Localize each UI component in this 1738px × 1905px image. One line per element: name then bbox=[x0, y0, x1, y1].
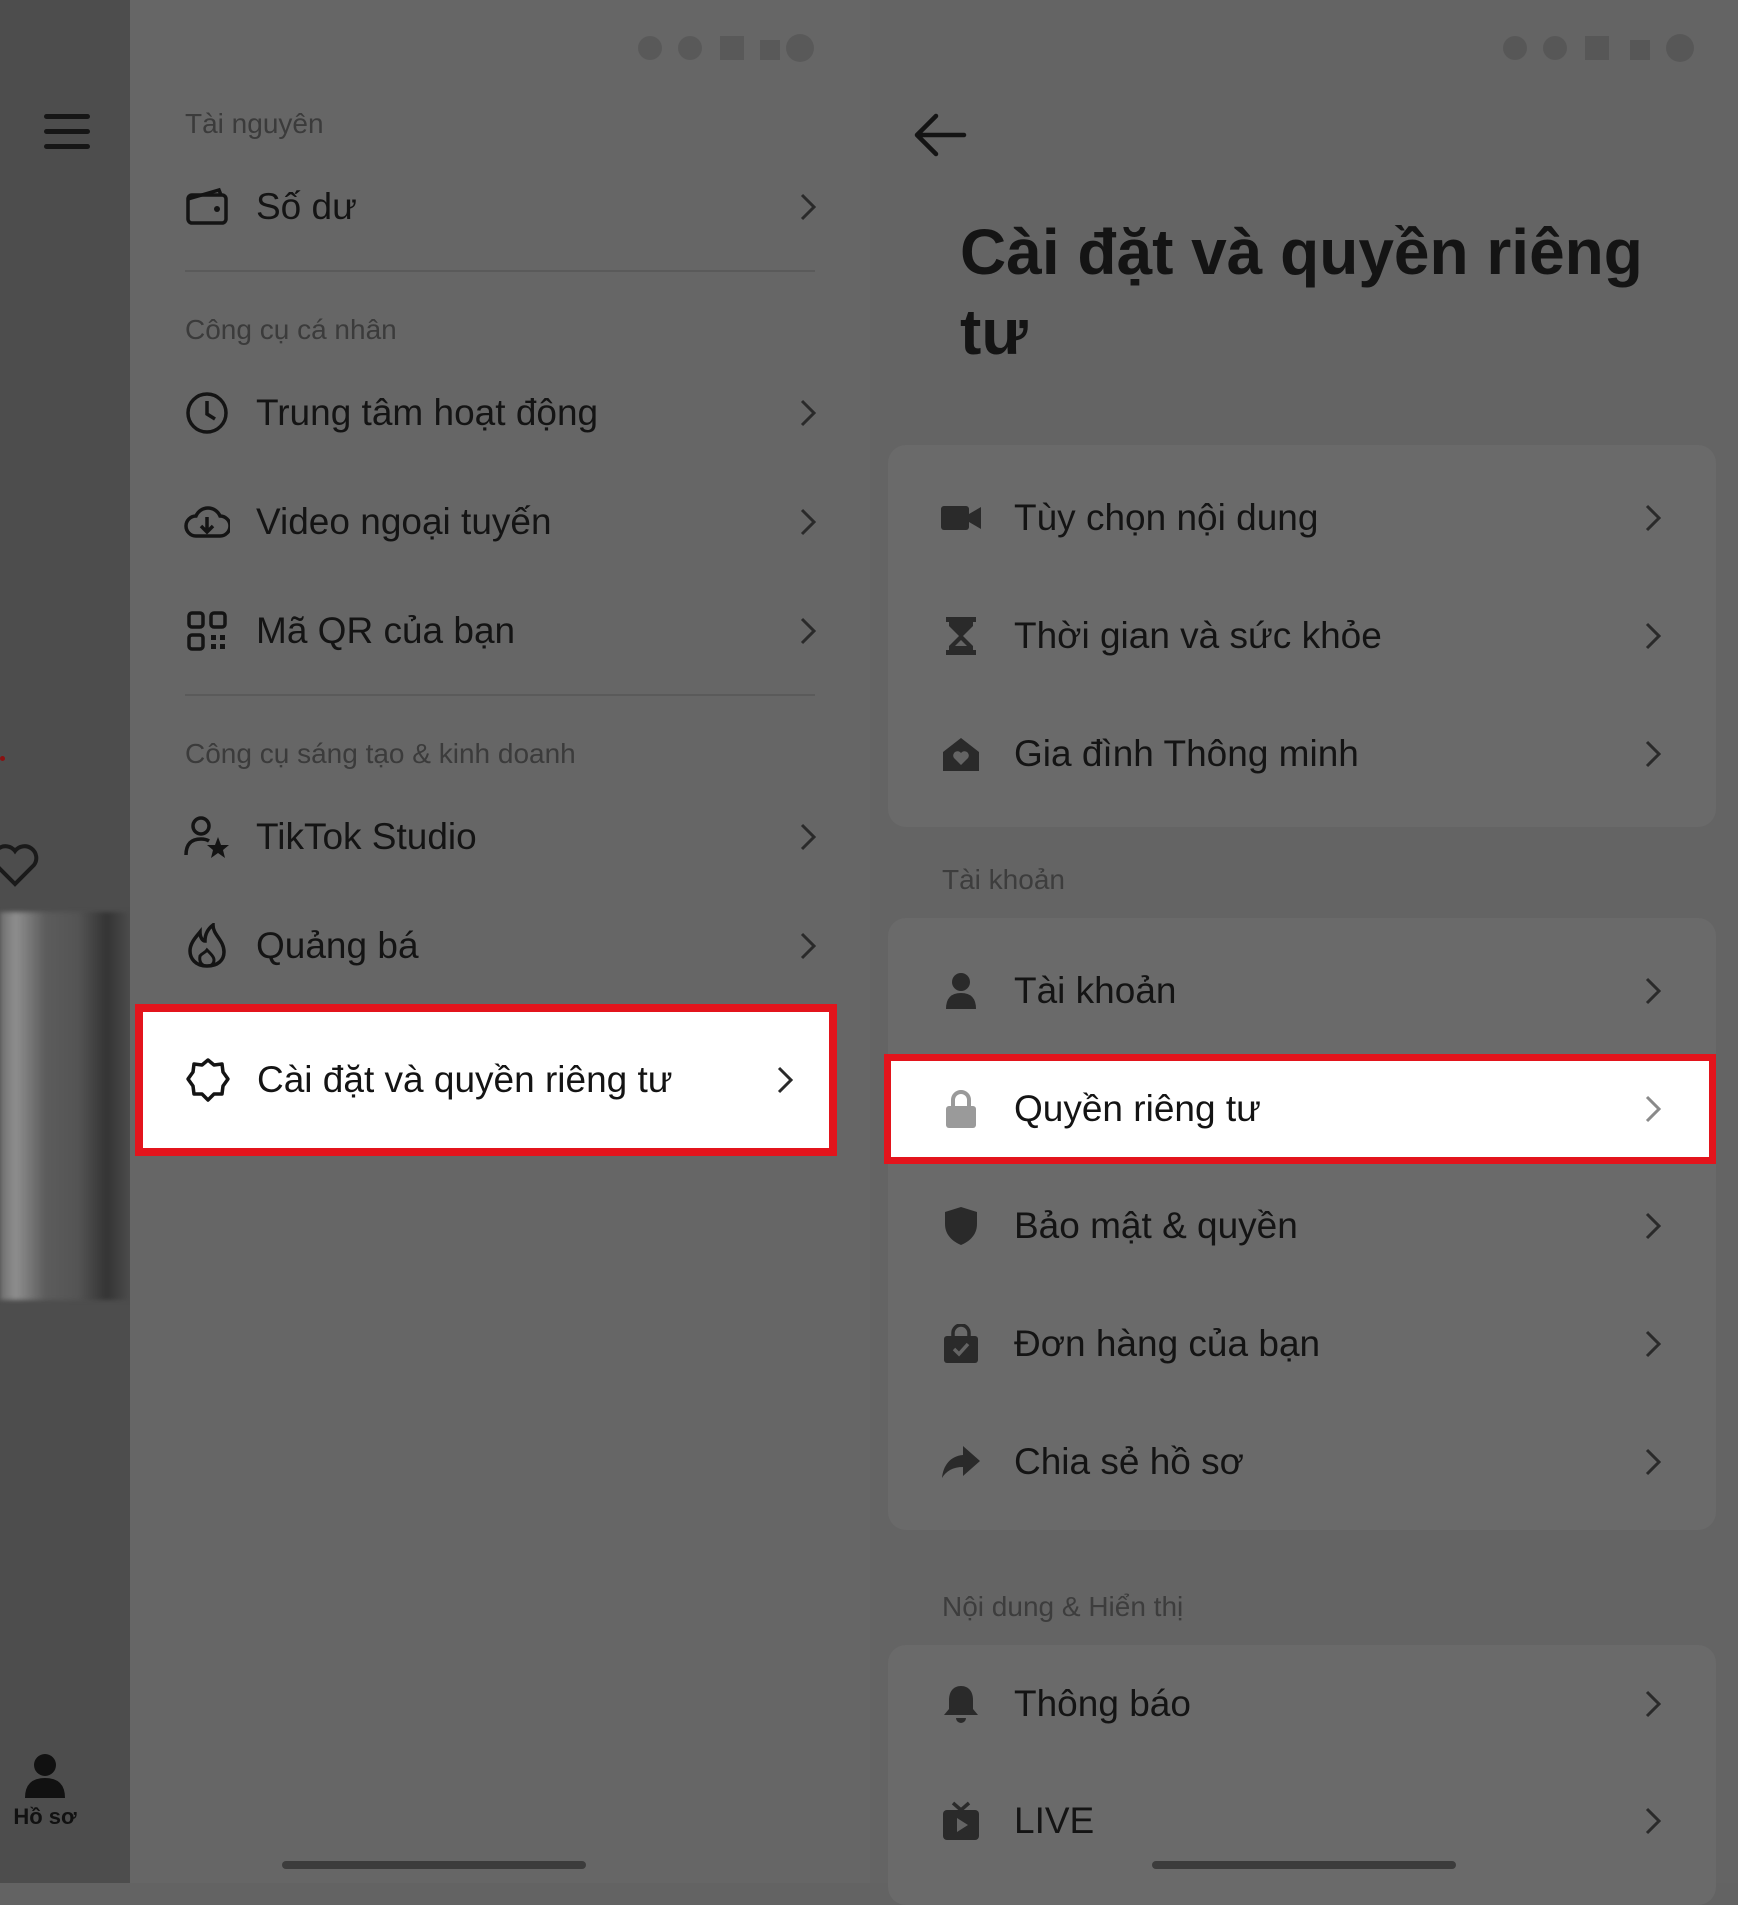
shield-icon bbox=[940, 1205, 982, 1247]
chevron-right-icon bbox=[1645, 1807, 1662, 1835]
person-icon bbox=[25, 1754, 65, 1798]
tab-profile[interactable]: Hồ sơ bbox=[0, 1752, 90, 1830]
hamburger-menu-icon[interactable] bbox=[44, 114, 90, 150]
settings-item-label: Đơn hàng của bạn bbox=[1014, 1323, 1321, 1364]
drawer-item-balance[interactable]: Số dư bbox=[170, 162, 860, 252]
settings-item-label: Thời gian và sức khỏe bbox=[1014, 615, 1382, 656]
settings-item-label: Bảo mật & quyền bbox=[1014, 1205, 1298, 1246]
section-label-creator-business: Công cụ sáng tạo & kinh doanh bbox=[185, 738, 576, 769]
video-camera-icon bbox=[940, 497, 982, 539]
wallet-icon bbox=[184, 184, 230, 230]
chevron-right-icon bbox=[1645, 1212, 1662, 1240]
page-title: Cài đặt và quyền riêng tư bbox=[960, 216, 1643, 368]
lock-icon bbox=[940, 1088, 982, 1130]
flame-icon bbox=[184, 923, 230, 969]
person-icon bbox=[940, 970, 982, 1012]
drawer-item-label: Quảng bá bbox=[256, 925, 419, 966]
settings-item-content-preferences[interactable]: Tùy chọn nội dung bbox=[888, 459, 1716, 577]
section-label-content-display: Nội dung & Hiển thị bbox=[942, 1591, 1184, 1622]
drawer-item-promote[interactable]: Quảng bá bbox=[170, 901, 860, 991]
divider bbox=[185, 694, 815, 696]
status-bar-icons bbox=[638, 34, 814, 62]
tv-play-icon bbox=[940, 1800, 982, 1842]
drawer-item-label: Cài đặt và quyền riêng tư bbox=[257, 1059, 673, 1100]
settings-item-notifications[interactable]: Thông báo bbox=[888, 1645, 1716, 1763]
settings-item-label: Thông báo bbox=[1014, 1683, 1191, 1724]
tab-profile-label: Hồ sơ bbox=[13, 1804, 77, 1829]
settings-item-family-pairing[interactable]: Gia đình Thông minh bbox=[888, 695, 1716, 813]
drawer-item-settings-privacy[interactable]: Cài đặt và quyền riêng tư bbox=[135, 1004, 837, 1156]
settings-item-share-profile[interactable]: Chia sẻ hồ sơ bbox=[888, 1403, 1716, 1521]
side-drawer-menu: Tài nguyên Số dư Công cụ cá nhân Trung t… bbox=[130, 0, 870, 1883]
settings-item-account[interactable]: Tài khoản bbox=[888, 932, 1716, 1050]
clock-icon bbox=[184, 390, 230, 436]
section-label-account: Tài khoản bbox=[942, 864, 1065, 895]
chevron-right-icon bbox=[777, 1066, 794, 1094]
section-label-personal-tools: Công cụ cá nhân bbox=[185, 314, 397, 345]
section-label-resources: Tài nguyên bbox=[185, 108, 324, 139]
cloud-download-icon bbox=[184, 499, 230, 545]
chevron-right-icon bbox=[800, 617, 817, 645]
settings-item-time-wellbeing[interactable]: Thời gian và sức khỏe bbox=[888, 577, 1716, 695]
bell-icon bbox=[940, 1683, 982, 1725]
chevron-right-icon bbox=[800, 823, 817, 851]
drawer-item-label: Video ngoại tuyến bbox=[256, 501, 552, 542]
chevron-right-icon bbox=[1645, 622, 1662, 650]
chevron-right-icon bbox=[800, 399, 817, 427]
chevron-right-icon bbox=[1645, 1690, 1662, 1718]
drawer-item-activity-center[interactable]: Trung tâm hoạt động bbox=[170, 368, 860, 458]
back-arrow-icon[interactable] bbox=[910, 110, 970, 160]
qr-code-icon bbox=[184, 608, 230, 654]
home-heart-icon bbox=[940, 733, 982, 775]
home-indicator[interactable] bbox=[1152, 1861, 1456, 1869]
chevron-right-icon bbox=[1645, 977, 1662, 1005]
status-bar-icons bbox=[1503, 34, 1694, 62]
settings-item-label: Quyền riêng tư bbox=[1014, 1088, 1261, 1129]
settings-item-privacy[interactable]: Quyền riêng tư bbox=[884, 1054, 1716, 1164]
notification-dot bbox=[0, 756, 5, 761]
chevron-right-icon bbox=[800, 508, 817, 536]
settings-item-label: Tài khoản bbox=[1014, 970, 1177, 1011]
chevron-right-icon bbox=[1645, 1095, 1662, 1123]
drawer-item-label: Mã QR của bạn bbox=[256, 610, 516, 651]
settings-privacy-screen: Cài đặt và quyền riêng tư Tùy chọn nội d… bbox=[870, 0, 1738, 1905]
chevron-right-icon bbox=[800, 193, 817, 221]
video-thumbnail bbox=[0, 912, 130, 1300]
settings-item-label: LIVE bbox=[1014, 1800, 1095, 1841]
shopping-bag-icon bbox=[940, 1323, 982, 1365]
chevron-right-icon bbox=[1645, 1330, 1662, 1358]
drawer-item-label: TikTok Studio bbox=[256, 816, 477, 857]
heart-icon bbox=[0, 844, 39, 887]
settings-item-label: Gia đình Thông minh bbox=[1014, 733, 1359, 774]
settings-item-security-permissions[interactable]: Bảo mật & quyền bbox=[888, 1167, 1716, 1285]
profile-screen-background: Hồ sơ bbox=[0, 0, 130, 1883]
chevron-right-icon bbox=[1645, 504, 1662, 532]
user-star-icon bbox=[184, 814, 230, 860]
drawer-item-offline-video[interactable]: Video ngoại tuyến bbox=[170, 477, 860, 567]
share-arrow-icon bbox=[940, 1441, 982, 1483]
settings-item-label: Chia sẻ hồ sơ bbox=[1014, 1441, 1244, 1482]
drawer-item-qr-code[interactable]: Mã QR của bạn bbox=[170, 586, 860, 676]
hourglass-icon bbox=[940, 615, 982, 657]
settings-item-label: Tùy chọn nội dung bbox=[1014, 497, 1319, 538]
drawer-item-label: Số dư bbox=[256, 186, 357, 227]
home-indicator[interactable] bbox=[282, 1861, 586, 1869]
chevron-right-icon bbox=[800, 932, 817, 960]
drawer-item-label: Trung tâm hoạt động bbox=[256, 392, 599, 433]
settings-item-your-orders[interactable]: Đơn hàng của bạn bbox=[888, 1285, 1716, 1403]
divider bbox=[185, 270, 815, 272]
settings-gear-icon bbox=[185, 1057, 231, 1103]
chevron-right-icon bbox=[1645, 1448, 1662, 1476]
drawer-item-tiktok-studio[interactable]: TikTok Studio bbox=[170, 792, 860, 882]
chevron-right-icon bbox=[1645, 740, 1662, 768]
